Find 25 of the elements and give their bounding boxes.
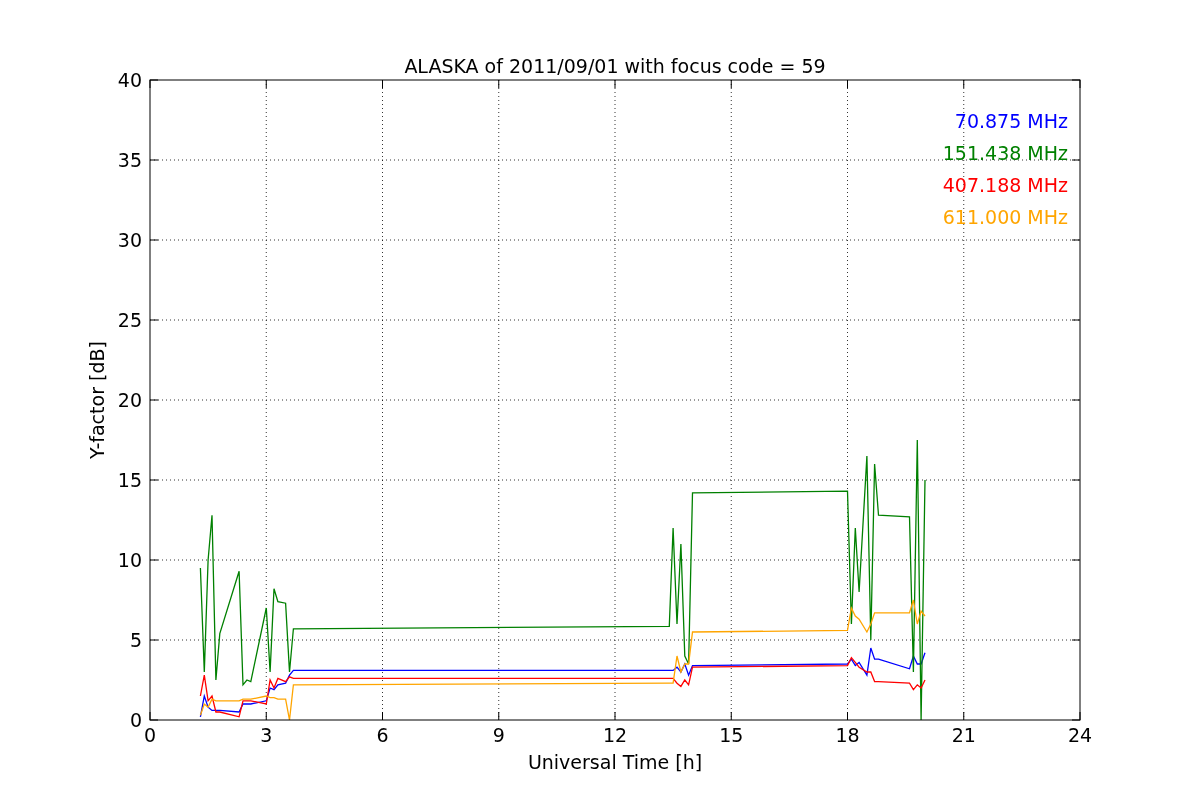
x-tick-label: 21 xyxy=(951,724,976,746)
x-tick-label: 18 xyxy=(835,724,860,746)
chart-title: ALASKA of 2011/09/01 with focus code = 59 xyxy=(404,55,826,77)
legend-label: 70.875 MHz xyxy=(954,110,1068,132)
x-tick-label: 9 xyxy=(492,724,505,746)
x-tick-label: 12 xyxy=(602,724,628,746)
y-tick-label: 30 xyxy=(117,229,142,251)
y-tick-label: 10 xyxy=(117,549,142,571)
x-tick-label: 15 xyxy=(719,724,744,746)
y-tick-label: 35 xyxy=(117,149,142,171)
x-tick-label: 6 xyxy=(376,724,389,746)
y-tick-label: 25 xyxy=(117,309,142,331)
y-tick-label: 5 xyxy=(129,629,142,651)
x-tick-label: 0 xyxy=(143,724,157,746)
x-axis-label: Universal Time [h] xyxy=(527,751,703,773)
y-tick-label: 20 xyxy=(117,389,142,411)
legend-label: 151.438 MHz xyxy=(942,142,1068,164)
y-tick-label: 15 xyxy=(117,469,142,491)
legend-label: 407.188 MHz xyxy=(942,174,1068,196)
legend-label: 611.000 MHz xyxy=(942,206,1068,228)
y-tick-label: 0 xyxy=(129,709,142,731)
x-tick-label: 24 xyxy=(1067,724,1093,746)
y-tick-label: 40 xyxy=(117,69,142,91)
y-axis-label: Y-factor [dB] xyxy=(86,341,108,459)
x-tick-label: 3 xyxy=(260,724,273,746)
